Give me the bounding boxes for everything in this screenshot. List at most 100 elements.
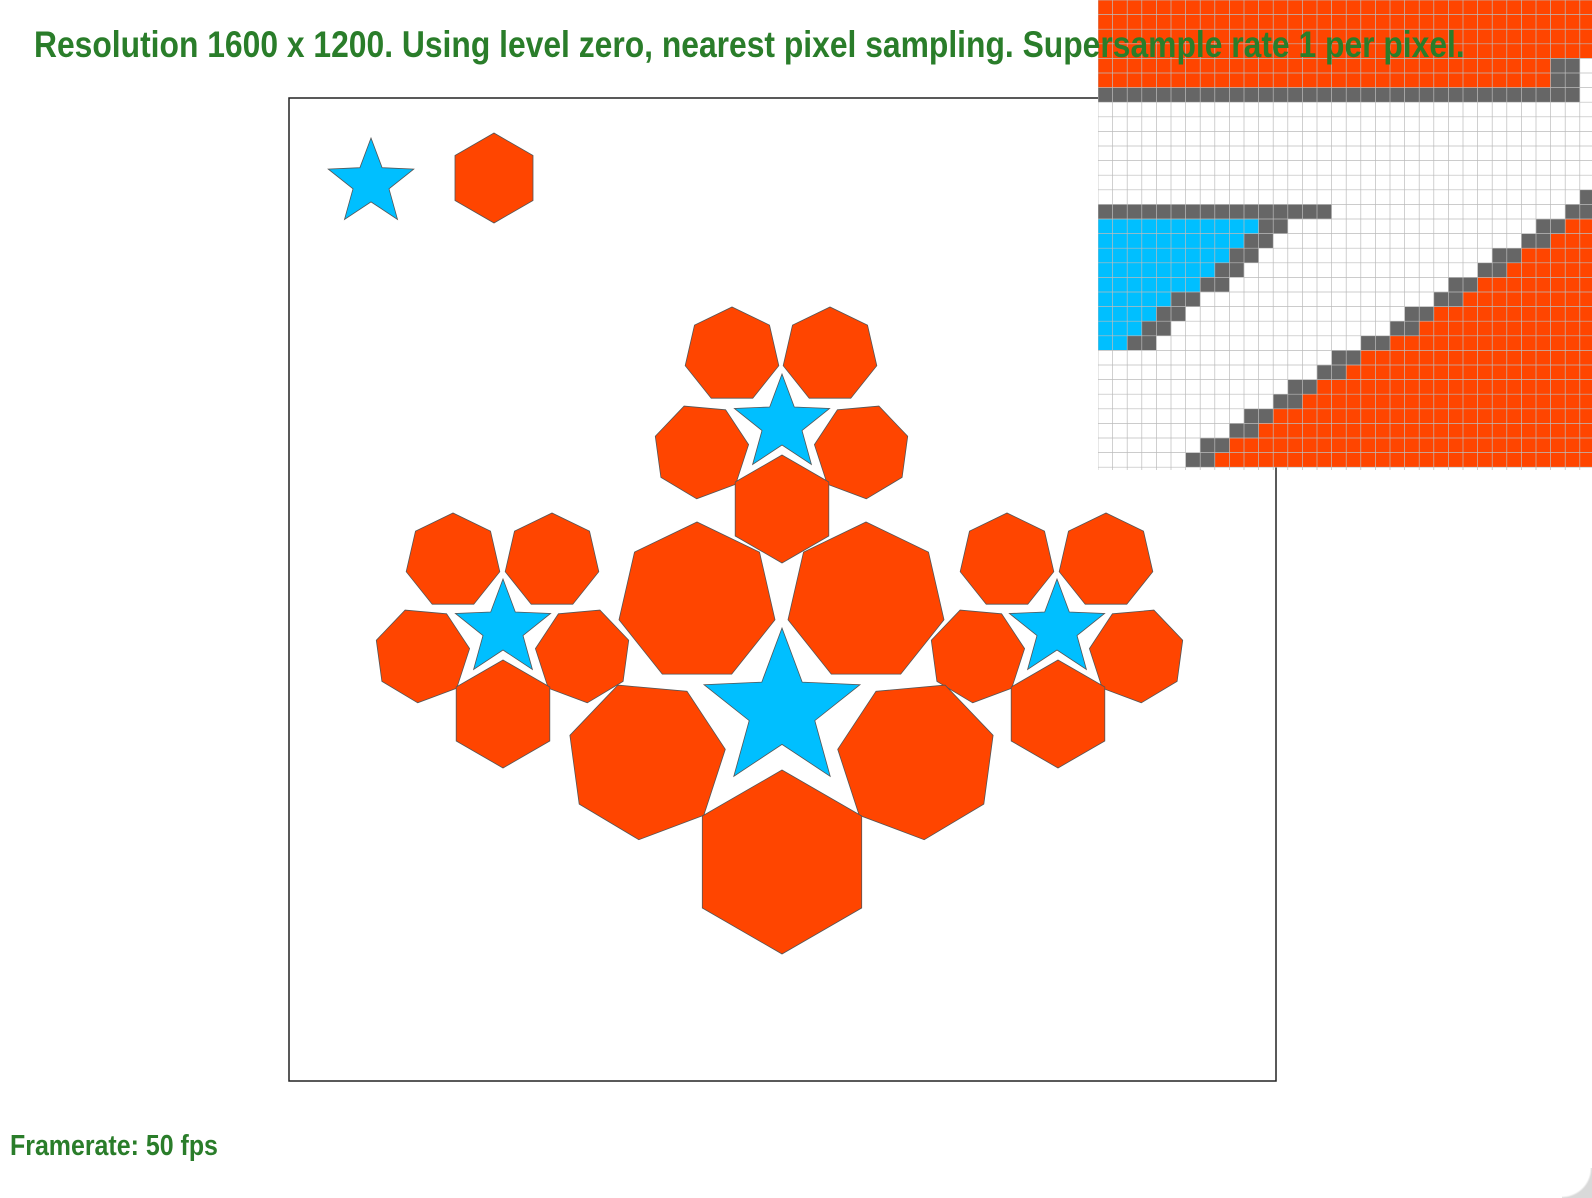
zoom-pixel-white [1331, 262, 1347, 278]
zoom-pixel-orange [1521, 73, 1536, 88]
zoom-pixel-edge [1200, 204, 1215, 219]
zoom-pixel-edge [1244, 204, 1259, 219]
zoom-pixel-orange [1579, 248, 1592, 263]
zoom-pixel-orange [1506, 29, 1522, 44]
zoom-pixel-orange [1390, 365, 1405, 380]
zoom-pixel-edge [1141, 321, 1157, 336]
zoom-pixel-orange [1492, 394, 1507, 409]
zoom-pixel-white [1273, 175, 1288, 190]
zoom-pixel-blue [1098, 321, 1113, 336]
zoom-pixel-orange [1419, 335, 1434, 351]
zoom-pixel-orange [1565, 73, 1580, 88]
zoom-pixel-edge [1171, 87, 1186, 103]
zoom-pixel-white [1098, 408, 1113, 424]
zoom-pixel-white [1302, 335, 1317, 351]
zoom-pixel-white [1536, 175, 1551, 190]
zoom-pixel-white [1229, 146, 1244, 161]
zoom-pixel-orange [1565, 350, 1580, 365]
zoom-pixel-white [1331, 306, 1347, 322]
zoom-pixel-white [1141, 189, 1157, 205]
zoom-pixel-orange [1492, 452, 1507, 468]
zoom-pixel-white [1156, 365, 1171, 380]
zoom-pixel-white [1521, 175, 1536, 190]
zoom-pixel-white [1463, 116, 1478, 132]
zoom-pixel-edge [1258, 408, 1274, 424]
zoom-pixel-orange [1185, 73, 1201, 88]
zoom-pixel-white [1375, 233, 1390, 249]
zoom-pixel-orange [1579, 321, 1592, 336]
zoom-pixel-orange [1579, 438, 1592, 453]
zoom-pixel-white [1244, 146, 1259, 161]
zoom-pixel-white [1419, 248, 1434, 263]
zoom-pixel-white [1550, 204, 1566, 219]
zoom-pixel-orange [1536, 321, 1551, 336]
zoom-pixel-white [1229, 306, 1244, 322]
zoom-pixel-white [1185, 408, 1201, 424]
zoom-pixel-edge [1287, 379, 1303, 395]
zoom-pixel-white [1521, 189, 1536, 205]
zoom-pixel-white [1244, 365, 1259, 380]
zoom-pixel-orange [1273, 423, 1288, 438]
zoom-pixel-edge [1273, 204, 1288, 219]
zoom-pixel-white [1390, 102, 1405, 117]
zoom-pixel-white [1433, 175, 1449, 190]
pixel-zoom-inspector[interactable] [1098, 0, 1592, 470]
zoom-pixel-edge [1127, 204, 1142, 219]
zoom-pixel-edge [1579, 204, 1592, 219]
zoom-pixel-white [1098, 350, 1113, 365]
zoom-pixel-white [1492, 204, 1507, 219]
zoom-pixel-white [1404, 102, 1420, 117]
zoom-pixel-edge [1302, 379, 1317, 395]
zoom-pixel-blue [1127, 262, 1142, 278]
zoom-pixel-white [1258, 248, 1274, 263]
zoom-pixel-orange [1200, 73, 1215, 88]
zoom-pixel-white [1287, 306, 1303, 322]
zoom-pixel-edge [1098, 204, 1113, 219]
zoom-pixel-orange [1390, 408, 1405, 424]
zoom-pixel-orange [1448, 350, 1463, 365]
zoom-pixel-orange [1390, 394, 1405, 409]
zoom-pixel-orange [1317, 423, 1332, 438]
zoom-pixel-white [1448, 175, 1463, 190]
zoom-pixel-white [1229, 408, 1244, 424]
zoom-pixel-white [1317, 350, 1332, 365]
zoom-pixel-orange [1521, 306, 1536, 322]
zoom-pixel-orange [1463, 365, 1478, 380]
zoom-pixel-orange [1214, 0, 1230, 15]
zoom-pixel-edge [1156, 87, 1171, 103]
zoom-pixel-edge [1171, 204, 1186, 219]
zoom-pixel-white [1375, 175, 1390, 190]
zoom-pixel-orange [1346, 394, 1361, 409]
zoom-pixel-orange [1579, 0, 1592, 15]
zoom-pixel-white [1360, 292, 1376, 307]
zoom-pixel-orange [1433, 0, 1449, 15]
zoom-pixel-white [1127, 131, 1142, 146]
zoom-pixel-orange [1565, 306, 1580, 322]
zoom-pixel-white [1565, 146, 1580, 161]
zoom-pixel-white [1390, 219, 1405, 234]
zoom-pixel-white [1141, 160, 1157, 176]
zoom-pixel-orange [1579, 29, 1592, 44]
zoom-pixel-white [1258, 277, 1274, 292]
zoom-pixel-edge [1375, 335, 1390, 351]
zoom-pixel-white [1375, 219, 1390, 234]
zoom-pixel-white [1346, 306, 1361, 322]
zoom-pixel-white [1448, 160, 1463, 176]
zoom-pixel-blue [1171, 277, 1186, 292]
zoom-pixel-white [1112, 423, 1128, 438]
zoom-pixel-white [1112, 394, 1128, 409]
zoom-pixel-orange [1536, 335, 1551, 351]
zoom-pixel-white [1506, 175, 1522, 190]
zoom-pixel-edge [1229, 423, 1244, 438]
zoom-pixel-orange [1477, 321, 1493, 336]
zoom-pixel-blue [1127, 277, 1142, 292]
zoom-pixel-white [1141, 394, 1157, 409]
zoom-pixel-orange [1565, 321, 1580, 336]
zoom-pixel-orange [1463, 350, 1478, 365]
zoom-pixel-white [1214, 408, 1230, 424]
zoom-pixel-white [1185, 321, 1201, 336]
zoom-pixel-white [1229, 189, 1244, 205]
zoom-pixel-white [1360, 146, 1376, 161]
zoom-pixel-orange [1375, 365, 1390, 380]
zoom-pixel-orange [1565, 408, 1580, 424]
